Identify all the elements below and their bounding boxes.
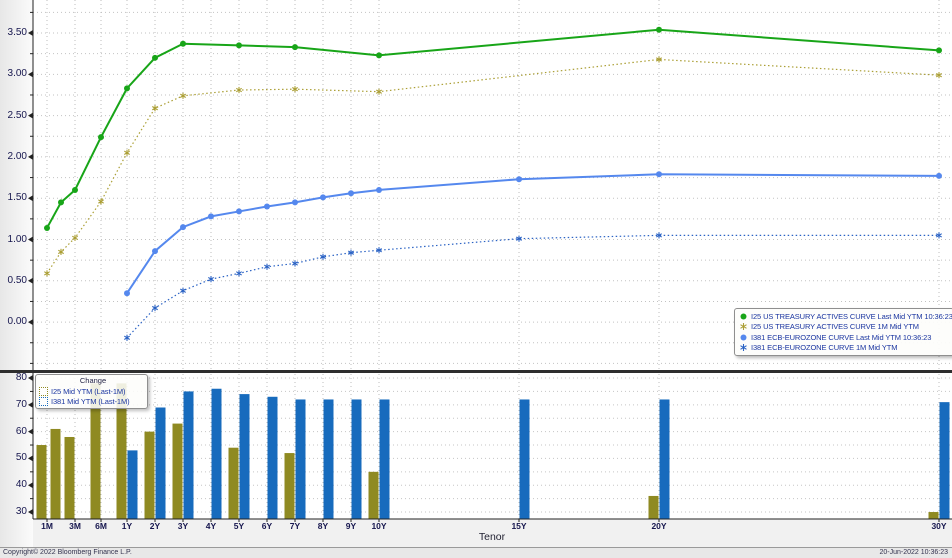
top-y-tick-label: 2.50 bbox=[0, 111, 27, 121]
x-tick-label: 9Y bbox=[338, 521, 364, 531]
x-tick-label: 1M bbox=[34, 521, 60, 531]
x-axis-title: Tenor bbox=[452, 531, 532, 543]
status-bar: Copyright© 2022 Bloomberg Finance L.P. 2… bbox=[0, 547, 952, 558]
top-y-tick-label: 3.50 bbox=[0, 28, 27, 38]
legend-item: I25 US TREASURY ACTIVES CURVE Last Mid Y… bbox=[739, 311, 952, 322]
change-legend-item-label: I381 Mid YTM (Last-1M) bbox=[51, 397, 130, 406]
top-y-tick-label: 2.00 bbox=[0, 152, 27, 162]
legend-item-label: I381 ECB-EUROZONE CURVE 1M Mid YTM bbox=[751, 343, 897, 352]
top-y-tick-label: 0.00 bbox=[0, 317, 27, 327]
top-y-tick-label: 3.00 bbox=[0, 69, 27, 79]
axes bbox=[28, 0, 952, 522]
dot-marker-icon bbox=[739, 333, 748, 342]
x-tick-label: 1Y bbox=[114, 521, 140, 531]
bar-swatch-icon bbox=[39, 397, 48, 406]
legend-item-label: I25 US TREASURY ACTIVES CURVE 1M Mid YTM bbox=[751, 322, 919, 331]
bar-swatch-icon bbox=[39, 387, 48, 396]
bar-series bbox=[37, 383, 939, 519]
legend-item-label: I381 ECB-EUROZONE CURVE Last Mid YTM 10:… bbox=[751, 333, 931, 342]
gridlines bbox=[33, 0, 952, 519]
x-tick-label: 2Y bbox=[142, 521, 168, 531]
change-legend-title: Change bbox=[39, 376, 147, 386]
x-tick-label: 4Y bbox=[198, 521, 224, 531]
x-tick-label: 8Y bbox=[310, 521, 336, 531]
panel-separator bbox=[0, 370, 952, 373]
legend-item-label: I25 US TREASURY ACTIVES CURVE Last Mid Y… bbox=[751, 312, 952, 321]
star-marker-icon bbox=[739, 322, 748, 331]
line-series bbox=[124, 171, 942, 296]
timestamp-text: 20-Jun-2022 10:36:23 bbox=[880, 549, 949, 556]
top-y-tick-label: 1.00 bbox=[0, 235, 27, 245]
bottom-y-tick-label: 60 bbox=[0, 427, 27, 437]
bottom-y-tick-label: 30 bbox=[0, 507, 27, 517]
x-tick-label: 6Y bbox=[254, 521, 280, 531]
chart-canvas bbox=[0, 0, 952, 547]
curve-legend[interactable]: I25 US TREASURY ACTIVES CURVE Last Mid Y… bbox=[734, 308, 952, 356]
legend-item: I381 ECB-EUROZONE CURVE 1M Mid YTM bbox=[739, 343, 952, 354]
change-legend-item-label: I25 Mid YTM (Last-1M) bbox=[51, 387, 125, 396]
x-tick-label: 5Y bbox=[226, 521, 252, 531]
star-marker-icon bbox=[739, 343, 748, 352]
line-series bbox=[44, 56, 941, 276]
x-tick-label: 10Y bbox=[366, 521, 392, 531]
bar-series bbox=[128, 389, 950, 519]
bloomberg-chart-window: 0.00 0.50 1.00 1.50 2.00 2.50 3.00 3.50 30 40 50 6… bbox=[0, 0, 952, 558]
x-tick-label: 20Y bbox=[646, 521, 672, 531]
bottom-y-tick-label: 50 bbox=[0, 453, 27, 463]
top-y-tick-label: 1.50 bbox=[0, 193, 27, 203]
change-legend-item: I381 Mid YTM (Last-1M) bbox=[39, 396, 147, 406]
bottom-y-tick-label: 70 bbox=[0, 400, 27, 410]
x-tick-label: 30Y bbox=[926, 521, 952, 531]
change-legend[interactable]: Change I25 Mid YTM (Last-1M)I381 Mid YTM… bbox=[35, 374, 148, 409]
legend-item: I381 ECB-EUROZONE CURVE Last Mid YTM 10:… bbox=[739, 332, 952, 343]
dot-marker-icon bbox=[739, 312, 748, 321]
line-series bbox=[44, 27, 942, 231]
legend-item: I25 US TREASURY ACTIVES CURVE 1M Mid YTM bbox=[739, 322, 952, 333]
copyright-text: Copyright© 2022 Bloomberg Finance L.P. bbox=[3, 549, 132, 556]
x-tick-label: 6M bbox=[88, 521, 114, 531]
x-tick-label: 3M bbox=[62, 521, 88, 531]
x-tick-label: 7Y bbox=[282, 521, 308, 531]
top-y-tick-label: 0.50 bbox=[0, 276, 27, 286]
x-tick-label: 3Y bbox=[170, 521, 196, 531]
bottom-y-tick-label: 80 bbox=[0, 373, 27, 383]
bottom-y-tick-label: 40 bbox=[0, 480, 27, 490]
x-tick-label: 15Y bbox=[506, 521, 532, 531]
change-legend-item: I25 Mid YTM (Last-1M) bbox=[39, 386, 147, 396]
